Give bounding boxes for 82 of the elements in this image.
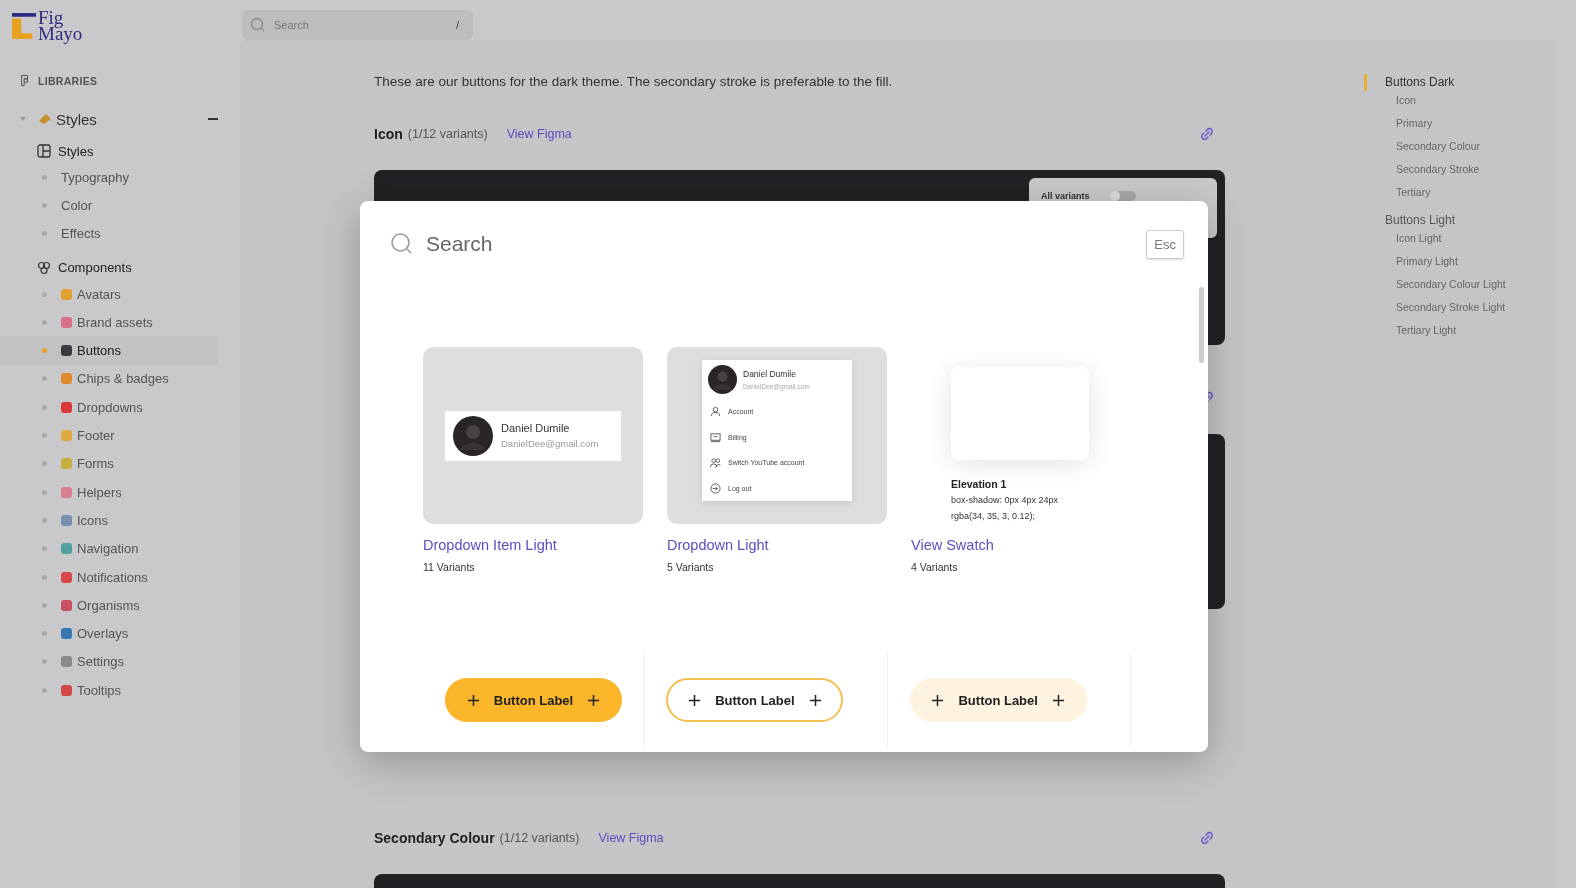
- intro-text: These are our buttons for the dark theme. The secondary stroke is preferable to the fill.: [374, 74, 894, 89]
- esc-key[interactable]: Esc: [1146, 229, 1184, 259]
- section-title: Secondary Colour: [374, 830, 495, 846]
- logo-icon: [12, 12, 36, 40]
- plus-icon: [466, 693, 480, 707]
- variant-count: (1/12 variants): [407, 127, 488, 141]
- logout-icon: [710, 482, 721, 494]
- scrollbar[interactable]: [1199, 287, 1204, 363]
- toc-item[interactable]: Secondary Colour Light: [1364, 278, 1506, 301]
- toggle-label: All variants: [1041, 191, 1090, 201]
- search-input[interactable]: Search: [272, 18, 450, 32]
- toc-item[interactable]: Icon Light: [1364, 232, 1506, 255]
- view-figma-link[interactable]: View Figma: [598, 831, 664, 845]
- sidebar-item[interactable]: Navigation: [0, 534, 218, 563]
- view-figma-link[interactable]: View Figma: [506, 127, 572, 141]
- layout-icon: [37, 144, 51, 158]
- sidebar-item[interactable]: Forms: [0, 449, 218, 478]
- section-label: LIBRARIES: [38, 74, 98, 87]
- library-icon: [20, 74, 30, 87]
- shortcut-key: /: [455, 19, 459, 31]
- sidebar-item[interactable]: Notifications: [0, 562, 218, 592]
- variant-count: 11 Variants: [423, 561, 476, 573]
- sidebar-item[interactable]: Footer: [0, 421, 218, 450]
- result-title-link[interactable]: Dropdown Light: [667, 537, 887, 553]
- result-title-link[interactable]: View Swatch: [911, 537, 1131, 553]
- toc-heading[interactable]: Buttons Dark: [1385, 75, 1455, 90]
- logo-text: Fig Mayo: [38, 10, 84, 42]
- components-icon: [37, 260, 51, 275]
- sidebar-item[interactable]: Brand assets: [0, 308, 218, 337]
- plus-icon: [587, 693, 601, 707]
- sidebar-item[interactable]: Typography: [0, 163, 218, 192]
- sample-button[interactable]: Button Label: [909, 678, 1087, 722]
- toc-item[interactable]: Primary: [1364, 117, 1506, 140]
- toc-heading[interactable]: Buttons Light: [1385, 213, 1456, 228]
- toc-item[interactable]: Tertiary: [1364, 186, 1506, 209]
- users-icon: [710, 457, 721, 469]
- sample-button[interactable]: Button Label: [445, 678, 622, 722]
- sidebar-item[interactable]: Settings: [0, 647, 218, 677]
- toc-item[interactable]: Secondary Stroke Light: [1364, 301, 1506, 324]
- section-title: Icon: [374, 126, 403, 142]
- preview-card[interactable]: Daniel Dumile DanielDee@gmail.com: [423, 347, 643, 524]
- section-heading[interactable]: Components: [58, 260, 132, 276]
- sidebar-item[interactable]: Helpers: [0, 477, 218, 507]
- toc-item[interactable]: Secondary Stroke: [1364, 163, 1506, 186]
- sidebar-item[interactable]: Color: [0, 191, 218, 220]
- plus-icon: [931, 693, 945, 707]
- result-title-link[interactable]: Dropdown Item Light: [423, 537, 643, 553]
- search-icon: [390, 232, 414, 256]
- sidebar-item[interactable]: Tooltips: [0, 676, 218, 705]
- sidebar-item[interactable]: Chips & badges: [0, 364, 218, 394]
- variant-count: 4 Variants: [911, 561, 959, 573]
- caret-icon: [20, 117, 26, 121]
- sample-button[interactable]: Button Label: [666, 678, 844, 722]
- card-icon: [710, 431, 721, 443]
- user-name: Daniel Dumile: [743, 369, 797, 379]
- user-email: DanielDee@gmail.com: [501, 438, 599, 449]
- toc-item[interactable]: Secondary Colour: [1364, 140, 1506, 163]
- search-icon: [250, 17, 266, 33]
- sidebar-item[interactable]: Buttons: [0, 336, 218, 365]
- variant-count: (1/12 variants): [499, 831, 580, 845]
- user-icon: [710, 406, 721, 418]
- swatch-description: box-shadow: 0px 4px 24px rgba(34, 35, 3, 0.12);: [951, 494, 1060, 523]
- sidebar-item[interactable]: Icons: [0, 506, 218, 535]
- plus-icon: [688, 693, 702, 707]
- toggle-switch[interactable]: [1109, 191, 1136, 201]
- active-indicator: [1364, 74, 1367, 91]
- toc-item[interactable]: Icon: [1364, 94, 1506, 117]
- variant-count: 5 Variants: [667, 561, 715, 573]
- toc-item[interactable]: Tertiary Light: [1364, 324, 1506, 347]
- toc-item[interactable]: Primary Light: [1364, 255, 1506, 278]
- sidebar-item[interactable]: Overlays: [0, 619, 218, 648]
- sidebar-item[interactable]: Avatars: [0, 279, 218, 309]
- sidebar-item[interactable]: Effects: [0, 219, 218, 248]
- sidebar-item[interactable]: Dropdowns: [0, 393, 218, 422]
- search-bar[interactable]: Search /: [242, 10, 473, 40]
- sidebar-item[interactable]: Organisms: [0, 591, 218, 620]
- swatch-title: Elevation 1: [951, 478, 1007, 490]
- plus-icon: [808, 693, 822, 707]
- plus-icon: [1051, 693, 1065, 707]
- user-name: Daniel Dumile: [501, 422, 571, 434]
- section-heading[interactable]: Styles: [58, 143, 94, 159]
- group-label[interactable]: Styles: [56, 110, 208, 128]
